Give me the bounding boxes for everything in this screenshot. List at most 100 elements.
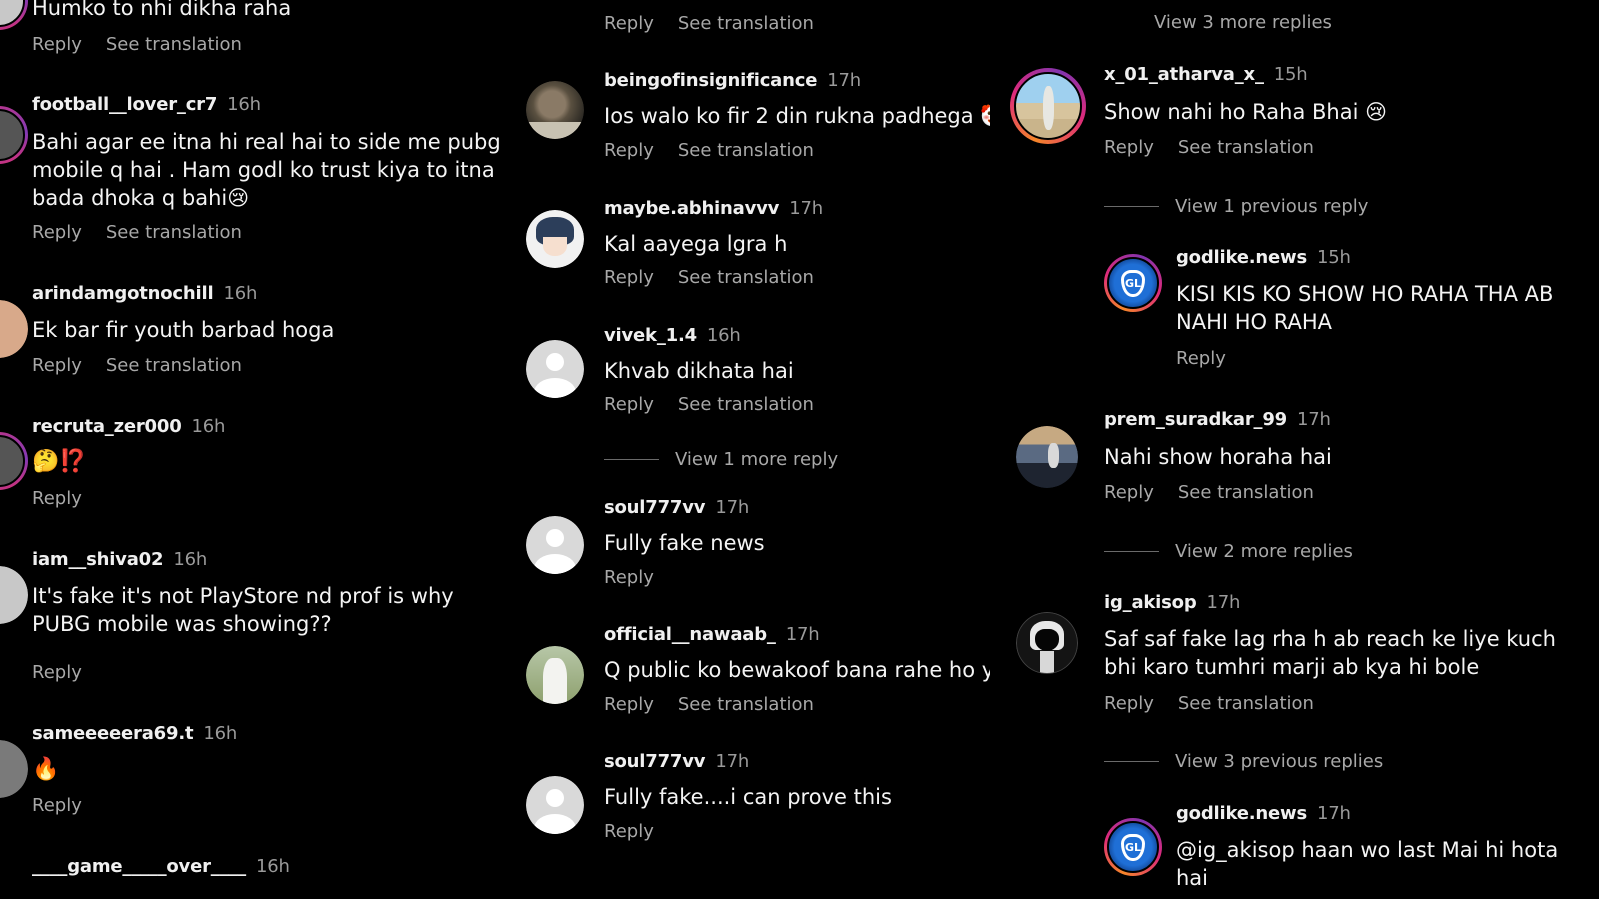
reply-button[interactable]: Reply: [32, 662, 82, 683]
comment-text: Fully fake....i can prove this: [604, 785, 892, 809]
comment-username[interactable]: sameeeeera69.t 16h: [32, 723, 237, 744]
comment-time: 16h: [191, 416, 226, 437]
comments-column-right: View 3 more replies x_01_atharva_x_ 15h S…: [990, 0, 1599, 899]
avatar-story-ring[interactable]: GL: [1104, 254, 1162, 312]
comment-actions: Reply See translation: [604, 267, 814, 288]
avatar[interactable]: [526, 210, 584, 268]
avatar[interactable]: [526, 81, 584, 139]
comment-actions: Reply: [32, 488, 82, 509]
avatar-story-ring[interactable]: [1010, 68, 1086, 144]
reply-button[interactable]: Reply: [1104, 482, 1154, 503]
comment-username[interactable]: ig_akisop 17h: [1104, 592, 1240, 613]
avatar[interactable]: [1016, 612, 1078, 674]
reply-button[interactable]: Reply: [604, 13, 654, 34]
comment-actions: Reply See translation: [1104, 693, 1314, 714]
reply-button[interactable]: Reply: [32, 488, 82, 509]
comment-actions: Reply: [32, 662, 82, 683]
comment-username[interactable]: maybe.abhinavvv 17h: [604, 198, 823, 219]
comment-username[interactable]: soul777vv 17h: [604, 497, 749, 518]
reply-button[interactable]: Reply: [604, 394, 654, 415]
godlike-logo: GL: [1124, 841, 1142, 855]
see-translation-button[interactable]: See translation: [678, 140, 814, 161]
comment-username[interactable]: iam__shiva02 16h: [32, 549, 207, 570]
see-translation-button[interactable]: See translation: [1178, 137, 1314, 158]
avatar[interactable]: [1016, 426, 1078, 488]
see-translation-button[interactable]: See translation: [678, 394, 814, 415]
comment-username[interactable]: official__nawaab_ 17h: [604, 624, 820, 645]
comment-username[interactable]: soul777vv 17h: [604, 751, 749, 772]
comment-username[interactable]: beingofinsignificance 17h: [604, 70, 861, 91]
avatar[interactable]: [0, 566, 28, 624]
avatar[interactable]: [526, 776, 584, 834]
comment-time: 16h: [173, 549, 208, 570]
comment-time: 15h: [1316, 247, 1351, 268]
comment-username[interactable]: x_01_atharva_x_ 15h: [1104, 64, 1308, 85]
view-more-replies-button[interactable]: View 2 more replies: [1104, 541, 1353, 562]
comment-time: 16h: [255, 856, 290, 877]
view-more-replies-button[interactable]: View 1 more reply: [604, 449, 838, 470]
see-translation-button[interactable]: See translation: [678, 694, 814, 715]
see-translation-button[interactable]: See translation: [1178, 482, 1314, 503]
comment-text: @ig_akisop haan wo last Mai hi hota hai: [1176, 838, 1559, 890]
avatar[interactable]: [0, 300, 28, 358]
comment-actions: Reply See translation: [604, 13, 814, 34]
reply-button[interactable]: Reply: [1176, 348, 1226, 369]
reply-button[interactable]: Reply: [1104, 137, 1154, 158]
avatar[interactable]: [0, 106, 28, 164]
comment-text: Saf saf fake lag rha h ab reach ke liye …: [1104, 627, 1556, 679]
comment-actions: Reply: [604, 821, 654, 842]
comment-actions: Reply See translation: [1104, 137, 1314, 158]
reply-button[interactable]: Reply: [604, 567, 654, 588]
comment-username[interactable]: ____game_____over____ 16h: [32, 856, 290, 877]
comment-username[interactable]: godlike.news 17h: [1176, 803, 1351, 824]
comment-actions: Reply See translation: [32, 355, 242, 376]
comment-username[interactable]: vivek_1.4 16h: [604, 325, 741, 346]
comment-time: 16h: [706, 325, 741, 346]
comment-time: 17h: [1297, 409, 1331, 430]
reply-button[interactable]: Reply: [32, 34, 82, 55]
reply-button[interactable]: Reply: [604, 140, 654, 161]
avatar[interactable]: [0, 740, 28, 798]
divider-line: [1104, 206, 1159, 207]
reply-button[interactable]: Reply: [32, 222, 82, 243]
comment-text: Humko to nhi dikha raha: [32, 0, 292, 20]
divider-line: [1104, 761, 1159, 762]
avatar[interactable]: [526, 516, 584, 574]
reply-button[interactable]: Reply: [604, 267, 654, 288]
view-previous-replies-button[interactable]: View 3 previous replies: [1104, 751, 1383, 772]
comment-text: Ek bar fir youth barbad hoga: [32, 318, 335, 342]
reply-button[interactable]: Reply: [32, 355, 82, 376]
view-more-replies-button[interactable]: View 3 more replies: [1154, 12, 1332, 33]
comment-username[interactable]: football__lover_cr7 16h: [32, 94, 261, 115]
see-translation-button[interactable]: See translation: [106, 34, 242, 55]
view-previous-replies-button[interactable]: View 1 previous reply: [1104, 196, 1368, 217]
comment-text: Bahi agar ee itna hi real hai to side me…: [32, 130, 501, 210]
comment-actions: Reply: [604, 567, 654, 588]
divider-line: [1104, 551, 1159, 552]
see-translation-button[interactable]: See translation: [678, 267, 814, 288]
comment-text: 🤔⁉️: [32, 449, 87, 474]
comment-username[interactable]: recruta_zer000 16h: [32, 416, 225, 437]
reply-button[interactable]: Reply: [604, 694, 654, 715]
avatar[interactable]: [526, 646, 584, 704]
comment-time: 17h: [1316, 803, 1351, 824]
see-translation-button[interactable]: See translation: [106, 222, 242, 243]
avatar-story-ring[interactable]: GL: [1104, 818, 1162, 876]
comment-username[interactable]: prem_suradkar_99 17h: [1104, 409, 1331, 430]
comment-text: It's fake it's not PlayStore nd prof is …: [32, 584, 454, 636]
reply-button[interactable]: Reply: [1104, 693, 1154, 714]
comment-actions: Reply: [1176, 348, 1226, 369]
reply-button[interactable]: Reply: [604, 821, 654, 842]
avatar[interactable]: [526, 340, 584, 398]
comment-actions: Reply See translation: [1104, 482, 1314, 503]
comment-username[interactable]: arindamgotnochill 16h: [32, 283, 257, 304]
avatar[interactable]: [0, 0, 28, 30]
reply-button[interactable]: Reply: [32, 795, 82, 816]
see-translation-button[interactable]: See translation: [106, 355, 242, 376]
avatar[interactable]: [0, 432, 28, 490]
see-translation-button[interactable]: See translation: [1178, 693, 1314, 714]
see-translation-button[interactable]: See translation: [678, 13, 814, 34]
comment-text: Fully fake news: [604, 531, 765, 555]
comment-username[interactable]: godlike.news 15h: [1176, 247, 1351, 268]
comments-column-middle: Reply See translation beingofinsignifican…: [510, 0, 990, 899]
